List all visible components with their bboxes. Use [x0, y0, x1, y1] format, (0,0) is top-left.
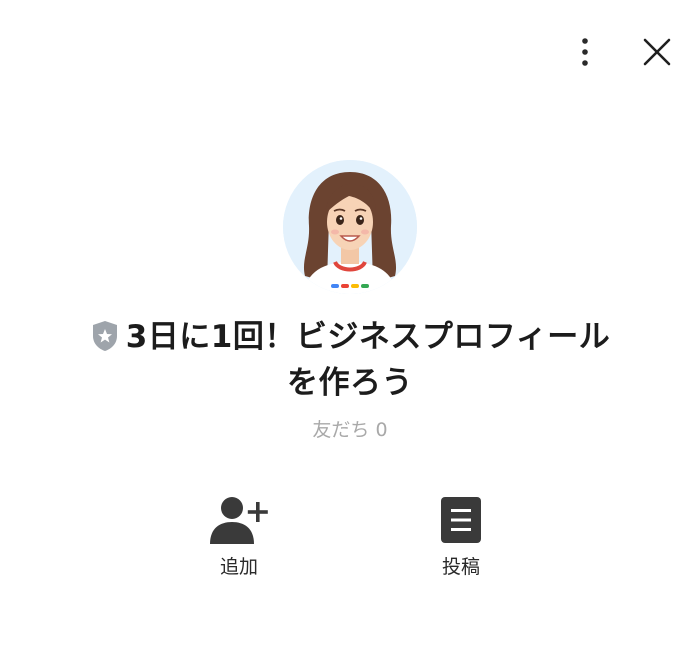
- add-friend-button[interactable]: 追加: [179, 494, 299, 579]
- avatar-illustration: [283, 160, 417, 294]
- add-friend-label: 追加: [219, 556, 258, 578]
- account-name: 3日に1回！ビジネスプロフィールを作ろう: [86, 314, 614, 406]
- friends-count[interactable]: 友だち 0: [250, 415, 450, 442]
- post-label: 投稿: [441, 556, 480, 578]
- add-friend-icon: [210, 497, 268, 544]
- account-name-text: 3日に1回！ビジネスプロフィールを作ろう: [125, 319, 611, 401]
- more-options-button[interactable]: [570, 34, 600, 70]
- avatar[interactable]: [283, 160, 417, 294]
- post-icon: [441, 497, 481, 543]
- shield-star-icon: [90, 319, 120, 353]
- vertical-ellipsis-icon: [582, 38, 588, 66]
- close-button[interactable]: [638, 33, 676, 71]
- close-icon: [643, 38, 671, 66]
- post-button[interactable]: 投稿: [401, 494, 521, 579]
